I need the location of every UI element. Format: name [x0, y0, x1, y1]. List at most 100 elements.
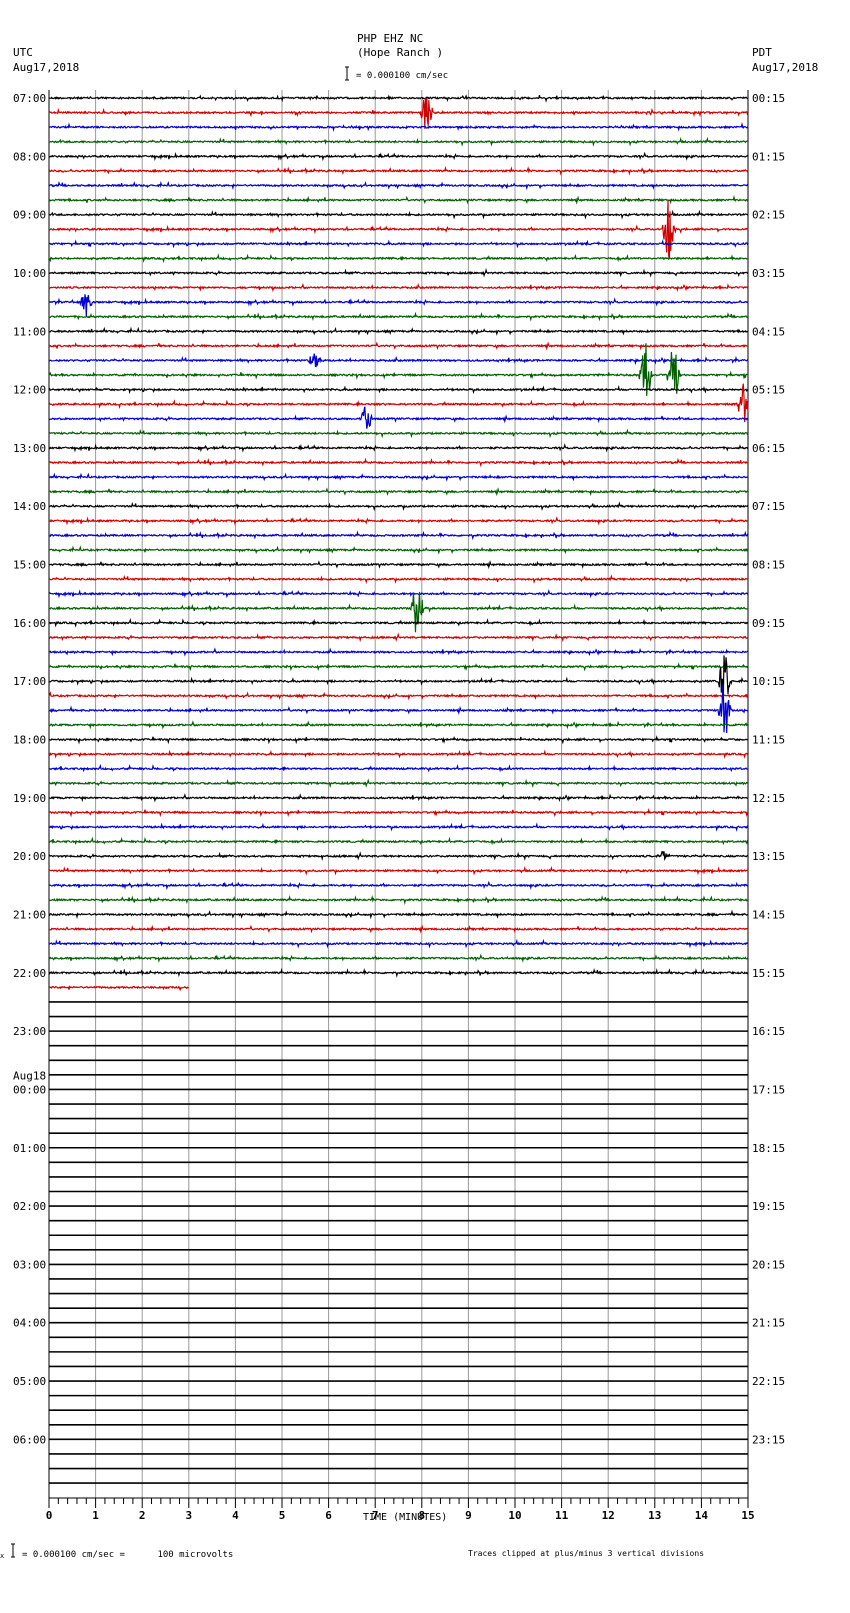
seismic-trace: [48, 894, 749, 905]
seismic-trace: [48, 136, 748, 147]
pdt-hour-label: 13:15: [752, 850, 785, 863]
footer-scale-label: = 0.000100 cm/sec = 100 microvolts: [22, 1550, 234, 1560]
x-tick-label: 4: [232, 1509, 239, 1522]
pdt-hour-label: 20:15: [752, 1258, 785, 1271]
utc-hour-label: 00:00: [13, 1083, 46, 1096]
footer-scale-prefix: x: [0, 1552, 5, 1560]
utc-hour-label: 20:00: [13, 850, 46, 863]
pdt-hour-label: 09:15: [752, 617, 785, 630]
pdt-hour-label: 15:15: [752, 967, 785, 980]
seismic-trace: [48, 778, 749, 789]
seismic-trace: [48, 151, 749, 162]
seismic-trace: [48, 406, 749, 429]
seismic-trace: [48, 985, 189, 992]
seismic-trace: [48, 662, 749, 672]
seismic-trace: [48, 443, 749, 453]
utc-hour-label: 12:00: [13, 384, 46, 397]
x-tick-label: 13: [648, 1509, 661, 1522]
pdt-hour-label: 05:15: [752, 384, 785, 397]
seismic-trace: [48, 822, 749, 832]
utc-hour-label: 14:00: [13, 500, 46, 513]
seismic-trace: [48, 574, 749, 585]
pdt-hour-label: 10:15: [752, 675, 785, 688]
utc-hour-label: 04:00: [13, 1317, 46, 1330]
utc-hour-label: 10:00: [13, 267, 46, 280]
utc-hour-label: 13:00: [13, 442, 46, 455]
x-tick-label: 6: [325, 1509, 332, 1522]
seismic-trace: [48, 851, 749, 862]
utc-hour-label: 01:00: [13, 1142, 46, 1155]
seismic-trace: [48, 311, 749, 322]
seismic-trace: [48, 953, 749, 964]
seismic-trace: [48, 545, 749, 555]
seismic-trace: [48, 720, 749, 730]
utc-date-change-label: Aug18: [13, 1069, 46, 1082]
pdt-hour-label: 01:15: [752, 150, 785, 163]
seismic-trace: [48, 632, 749, 643]
utc-hour-label: 21:00: [13, 908, 46, 921]
seismic-trace: [48, 472, 749, 482]
seismic-trace: [48, 530, 749, 541]
pdt-hour-label: 07:15: [752, 500, 785, 513]
x-tick-label: 10: [508, 1509, 521, 1522]
seismic-trace: [48, 165, 749, 176]
x-tick-label: 0: [46, 1509, 53, 1522]
pdt-hour-label: 02:15: [752, 209, 785, 222]
seismic-trace: [48, 428, 749, 439]
seismic-trace: [48, 501, 749, 512]
helicorder-plot: 0 1 2 3 4 5 6 7 8 9 10 11 12 13 14 1507:0008:0009:0010:…: [13, 90, 785, 1522]
pdt-hour-label: 17:15: [752, 1083, 785, 1096]
x-tick-label: 9: [465, 1509, 472, 1522]
seismic-trace: [48, 793, 749, 803]
seismic-trace: [48, 808, 749, 818]
seismic-trace: [48, 487, 749, 497]
seismic-trace: [48, 94, 749, 103]
utc-hour-label: 08:00: [13, 150, 46, 163]
utc-hour-label: 03:00: [13, 1258, 46, 1271]
pdt-hour-label: 12:15: [752, 792, 785, 805]
seismic-trace: [48, 199, 749, 259]
pdt-hour-label: 06:15: [752, 442, 785, 455]
pdt-hour-label: 22:15: [752, 1375, 785, 1388]
pdt-hour-label: 16:15: [752, 1025, 785, 1038]
seismic-trace: [48, 122, 749, 132]
seismic-trace: [48, 647, 749, 657]
utc-hour-label: 07:00: [13, 92, 46, 105]
seismic-trace: [48, 180, 749, 191]
utc-hour-label: 15:00: [13, 559, 46, 572]
x-tick-label: 5: [279, 1509, 286, 1522]
seismic-trace: [48, 591, 749, 633]
pdt-hour-label: 03:15: [752, 267, 785, 280]
pdt-hour-label: 00:15: [752, 92, 785, 105]
seismic-trace: [48, 588, 749, 599]
x-tick-label: 2: [139, 1509, 146, 1522]
seismic-trace: [48, 749, 749, 759]
seismic-trace: [48, 282, 749, 293]
seismic-trace: [48, 341, 748, 351]
seismic-trace: [48, 865, 749, 876]
seismic-trace: [48, 560, 749, 570]
seismic-trace: [48, 239, 749, 249]
utc-hour-label: 19:00: [13, 792, 46, 805]
pdt-hour-label: 23:15: [752, 1433, 785, 1446]
utc-hour-label: 22:00: [13, 967, 46, 980]
seismic-trace: [48, 735, 749, 745]
seismic-trace: [48, 880, 749, 891]
x-axis-label: TIME (MINUTES): [363, 1512, 448, 1523]
seismic-trace: [48, 457, 748, 468]
pdt-hour-label: 11:15: [752, 734, 785, 747]
seismic-trace: [48, 97, 749, 129]
utc-hour-label: 06:00: [13, 1433, 46, 1446]
seismic-trace: [48, 938, 749, 949]
utc-hour-label: 18:00: [13, 734, 46, 747]
seismic-trace: [48, 617, 749, 628]
utc-hour-label: 02:00: [13, 1200, 46, 1213]
seismic-trace: [48, 384, 749, 395]
seismic-trace: [48, 516, 748, 526]
seismic-trace: [48, 763, 749, 773]
pdt-hour-label: 21:15: [752, 1317, 785, 1330]
seismic-trace: [48, 343, 749, 396]
seismic-trace: [48, 326, 749, 336]
seismic-trace: [48, 691, 749, 701]
seismic-trace: [48, 194, 749, 205]
